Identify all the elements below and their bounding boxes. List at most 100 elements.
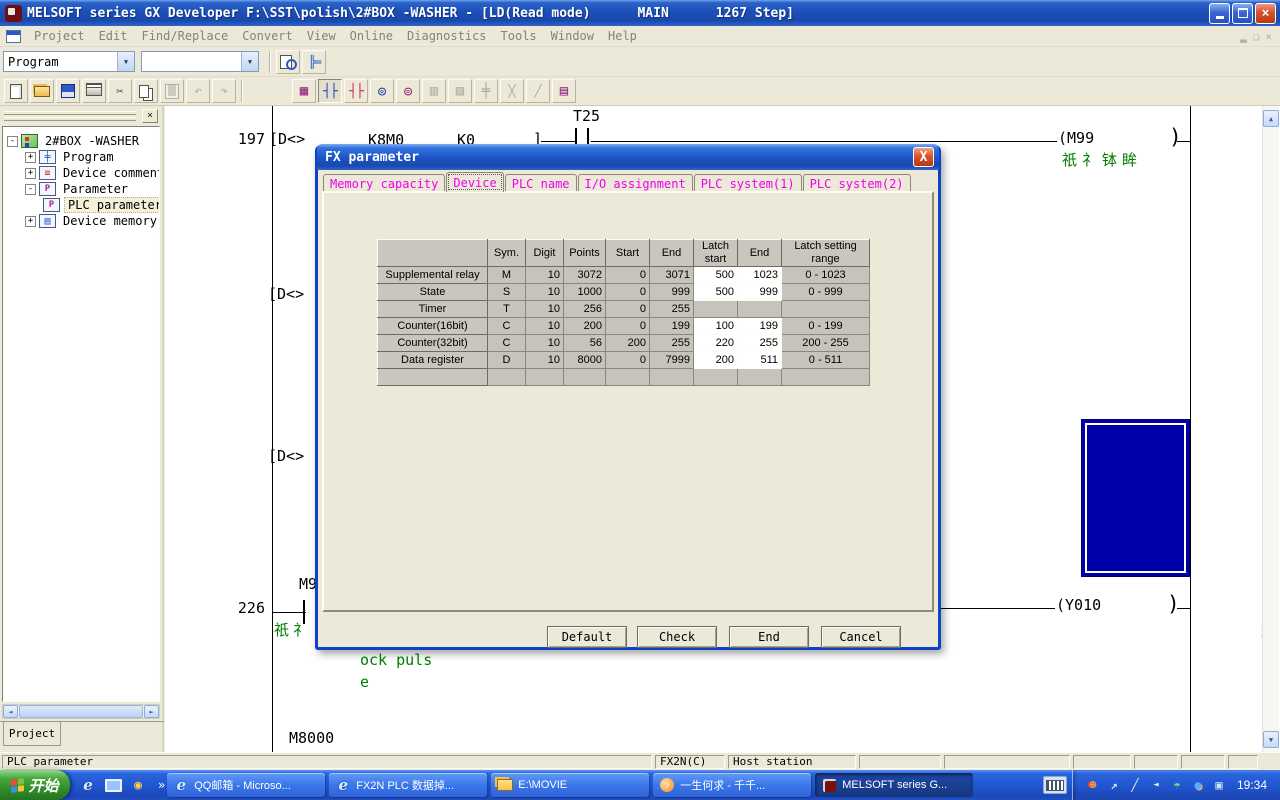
- network-globe-icon[interactable]: [1190, 777, 1206, 793]
- menu-edit[interactable]: Edit: [92, 27, 135, 45]
- ladder-cursor[interactable]: [1081, 419, 1190, 577]
- close-button[interactable]: ×: [1255, 3, 1276, 24]
- upload-arrow-icon[interactable]: [1106, 777, 1122, 793]
- tab-i-o-assignment[interactable]: I/O assignment: [578, 174, 693, 192]
- menu-diagnostics[interactable]: Diagnostics: [400, 27, 493, 45]
- media-player-icon[interactable]: [129, 776, 147, 794]
- end-button[interactable]: End: [729, 626, 809, 648]
- print-button[interactable]: [82, 79, 106, 103]
- tree-item-label: Parameter: [60, 182, 131, 196]
- value-cell[interactable]: 500: [694, 267, 738, 284]
- menu-convert[interactable]: Convert: [235, 27, 300, 45]
- instruction-list-button[interactable]: [552, 79, 576, 103]
- tab-device[interactable]: Device: [446, 172, 503, 192]
- menu-find-replace[interactable]: Find/Replace: [134, 27, 235, 45]
- tree-item-device-comment[interactable]: +Device comment: [3, 165, 159, 181]
- mdi-restore-icon[interactable]: ❏: [1253, 30, 1260, 43]
- taskbar-task-e-movie[interactable]: E:\MOVIE: [491, 773, 649, 797]
- dialog-titlebar[interactable]: FX parameter X: [317, 144, 939, 170]
- param-table[interactable]: Sym.DigitPointsStartEndLatch startEndLat…: [377, 239, 870, 386]
- value-cell[interactable]: 100: [694, 318, 738, 335]
- device-combo[interactable]: ▼: [141, 51, 259, 72]
- taskbar-task-melsoft-series-g[interactable]: MELSOFT series G...: [815, 773, 973, 797]
- tree-item-device-memory[interactable]: +Device memory: [3, 213, 159, 229]
- write-mode-button[interactable]: [344, 79, 368, 103]
- read-mode-button[interactable]: [318, 79, 342, 103]
- pen-icon[interactable]: [1127, 777, 1143, 793]
- tree-hscrollbar[interactable]: ◄ ►: [2, 704, 160, 719]
- expand-icon[interactable]: +: [25, 216, 36, 227]
- scroll-right-icon[interactable]: ►: [144, 705, 159, 718]
- open-button[interactable]: [30, 79, 54, 103]
- menu-view[interactable]: View: [300, 27, 343, 45]
- taskbar-task-[interactable]: 一生何求 - 千千...: [653, 773, 811, 797]
- value-cell[interactable]: 511: [738, 352, 782, 369]
- cancel-button[interactable]: Cancel: [821, 626, 901, 648]
- tree-item-parameter[interactable]: - Parameter: [3, 181, 159, 197]
- taskbar-task-qq-microso[interactable]: QQ邮箱 - Microso...: [167, 773, 325, 797]
- value-cell[interactable]: 999: [738, 284, 782, 301]
- scroll-up-icon[interactable]: ▲: [1263, 110, 1279, 127]
- tab-plc-system-2[interactable]: PLC system(2): [803, 174, 911, 192]
- dialog-close-icon[interactable]: X: [913, 147, 934, 167]
- copy-button[interactable]: [134, 79, 158, 103]
- menu-window[interactable]: Window: [544, 27, 601, 45]
- find-instruction-button[interactable]: [396, 79, 420, 103]
- comment-display-button[interactable]: [276, 50, 300, 74]
- project-tree[interactable]: -2#BOX -WASHER+Program+Device comment - Pa…: [2, 126, 160, 702]
- chevron-down-icon[interactable]: ▼: [117, 52, 134, 71]
- minimize-button[interactable]: [1209, 3, 1230, 24]
- cut-button[interactable]: [108, 79, 132, 103]
- check-button[interactable]: Check: [637, 626, 717, 648]
- find-device-button[interactable]: [370, 79, 394, 103]
- new-button[interactable]: [4, 79, 28, 103]
- tab-memory-capacity[interactable]: Memory capacity: [323, 174, 445, 192]
- ladder-logic-test-button[interactable]: [292, 79, 316, 103]
- start-button[interactable]: 开始: [0, 770, 70, 800]
- tab-project[interactable]: Project: [3, 722, 61, 746]
- ladder-vscrollbar[interactable]: ▲ ▼: [1262, 106, 1279, 752]
- value-cell[interactable]: 199: [738, 318, 782, 335]
- mdi-close-icon[interactable]: ×: [1265, 30, 1272, 43]
- tab-plc-name[interactable]: PLC name: [505, 174, 577, 192]
- value-cell[interactable]: 1023: [738, 267, 782, 284]
- menu-tools[interactable]: Tools: [494, 27, 544, 45]
- overflow-chevron-icon[interactable]: »: [158, 778, 165, 792]
- menu-online[interactable]: Online: [343, 27, 400, 45]
- save-button[interactable]: [56, 79, 80, 103]
- task-label: E:\MOVIE: [518, 779, 567, 791]
- menu-project[interactable]: Project: [27, 27, 92, 45]
- chevron-down-icon[interactable]: ▼: [241, 52, 258, 71]
- scroll-left-icon[interactable]: ◄: [3, 705, 18, 718]
- tree-item-program[interactable]: +Program: [3, 149, 159, 165]
- value-cell[interactable]: 220: [694, 335, 738, 352]
- value-cell[interactable]: 500: [694, 284, 738, 301]
- restore-button[interactable]: [1232, 3, 1253, 24]
- tab-plc-system-1[interactable]: PLC system(1): [694, 174, 802, 192]
- taskbar-task-fx2n-plc[interactable]: FX2N PLC 数据掉...: [329, 773, 487, 797]
- expand-icon[interactable]: +: [25, 168, 36, 179]
- pc-monitor-icon[interactable]: [1211, 777, 1227, 793]
- panel-close-icon[interactable]: ×: [142, 109, 158, 123]
- ie-icon[interactable]: [79, 776, 97, 794]
- value-cell[interactable]: 255: [738, 335, 782, 352]
- default-button[interactable]: Default: [547, 626, 627, 648]
- volume-icon[interactable]: [1148, 777, 1164, 793]
- show-desktop-icon[interactable]: [104, 776, 122, 794]
- tree-item-2-box-washer[interactable]: -2#BOX -WASHER: [3, 133, 159, 149]
- panel-drag-grip[interactable]: [4, 111, 136, 119]
- collapse-icon[interactable]: -: [25, 184, 36, 195]
- mdi-minimize-icon[interactable]: ▂: [1240, 30, 1247, 43]
- scroll-down-icon[interactable]: ▼: [1263, 731, 1279, 748]
- collapse-icon[interactable]: -: [7, 136, 18, 147]
- keyboard-icon[interactable]: [1043, 776, 1067, 794]
- value-cell[interactable]: 200: [694, 352, 738, 369]
- qq-icon[interactable]: [1085, 777, 1101, 793]
- expand-icon[interactable]: +: [25, 152, 36, 163]
- tree-item-plc-parameter[interactable]: PLC parameter: [3, 197, 159, 213]
- scroll-thumb[interactable]: [19, 705, 143, 718]
- program-combo[interactable]: Program ▼: [3, 51, 135, 72]
- menu-help[interactable]: Help: [601, 27, 644, 45]
- umbrella-icon[interactable]: [1169, 777, 1185, 793]
- project-tree-button[interactable]: [302, 50, 326, 74]
